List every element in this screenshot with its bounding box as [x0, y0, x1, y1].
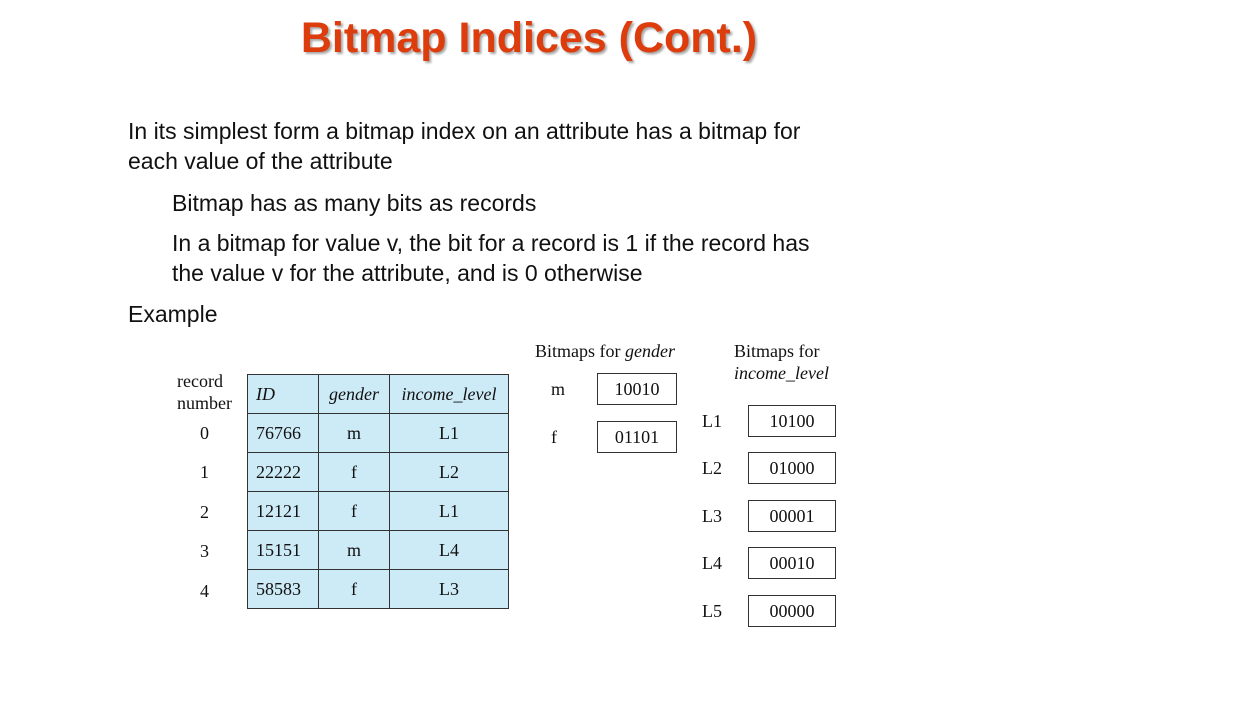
gender-bitmap-m: 10010	[597, 373, 677, 405]
cell-id: 22222	[247, 452, 319, 492]
bullet-1: In its simplest form a bitmap index on a…	[128, 116, 800, 176]
bullet-example: Example	[128, 301, 218, 327]
instructor-table: ID gender income_level 76766 m L1 22222 …	[247, 374, 509, 609]
cell-id: 58583	[247, 569, 319, 609]
record-number-0: 0	[200, 423, 209, 443]
cell-income: L2	[389, 452, 509, 492]
income-value-l4: L4	[702, 553, 722, 573]
table-row: 12121 f L1	[247, 491, 509, 531]
cell-id: 12121	[247, 491, 319, 531]
income-bitmap-l3: 00001	[748, 500, 836, 532]
bullet-1-line-2: each value of the attribute	[128, 148, 393, 174]
record-number-4: 4	[200, 581, 209, 601]
cell-income: L1	[389, 491, 509, 531]
income-bitmap-l5: 00000	[748, 595, 836, 627]
sub-bullet-2: In a bitmap for value v, the bit for a r…	[172, 228, 810, 288]
income-value-l5: L5	[702, 601, 722, 621]
table-row: 15151 m L4	[247, 530, 509, 570]
record-number-label-line-1: record	[177, 371, 223, 391]
record-number-label-line-2: number	[177, 393, 232, 413]
record-number-1: 1	[200, 462, 209, 482]
cell-id: 76766	[247, 413, 319, 453]
header-gender: gender	[318, 374, 390, 414]
sub-bullet-2-line-1: In a bitmap for value v, the bit for a r…	[172, 230, 810, 256]
cell-gender: m	[318, 413, 390, 453]
income-bitmaps-title-line-2: income_level	[734, 363, 829, 383]
gender-value-f: f	[551, 427, 557, 447]
header-id: ID	[247, 374, 319, 414]
sub-bullet-2-line-2: the value v for the attribute, and is 0 …	[172, 260, 643, 286]
income-bitmap-l1: 10100	[748, 405, 836, 437]
income-bitmap-l4: 00010	[748, 547, 836, 579]
cell-id: 15151	[247, 530, 319, 570]
income-value-l3: L3	[702, 506, 722, 526]
income-value-l2: L2	[702, 458, 722, 478]
table-row: 58583 f L3	[247, 569, 509, 609]
gender-value-m: m	[551, 379, 566, 399]
cell-income: L4	[389, 530, 509, 570]
cell-income: L3	[389, 569, 509, 609]
income-bitmap-l2: 01000	[748, 452, 836, 484]
table-row: 22222 f L2	[247, 452, 509, 492]
income-bitmaps-title-line-1: Bitmaps for	[734, 341, 820, 361]
cell-gender: m	[318, 530, 390, 570]
cell-gender: f	[318, 452, 390, 492]
gender-bitmaps-title: Bitmaps for gender	[535, 341, 675, 362]
cell-gender: f	[318, 569, 390, 609]
slide-title: Bitmap Indices (Cont.)	[300, 14, 758, 62]
record-number-label: record number	[177, 370, 232, 414]
record-number-2: 2	[200, 502, 209, 522]
bullet-1-line-1: In its simplest form a bitmap index on a…	[128, 118, 801, 144]
gender-bitmaps-title-attr: gender	[625, 341, 675, 361]
income-value-l1: L1	[702, 411, 722, 431]
cell-gender: f	[318, 491, 390, 531]
record-number-3: 3	[200, 541, 209, 561]
gender-bitmaps-title-prefix: Bitmaps for	[535, 341, 625, 361]
header-income-level: income_level	[389, 374, 509, 414]
cell-income: L1	[389, 413, 509, 453]
table-row: 76766 m L1	[247, 413, 509, 453]
sub-bullet-1: Bitmap has as many bits as records	[172, 190, 537, 216]
gender-bitmap-f: 01101	[597, 421, 677, 453]
table-header-row: ID gender income_level	[247, 374, 509, 414]
